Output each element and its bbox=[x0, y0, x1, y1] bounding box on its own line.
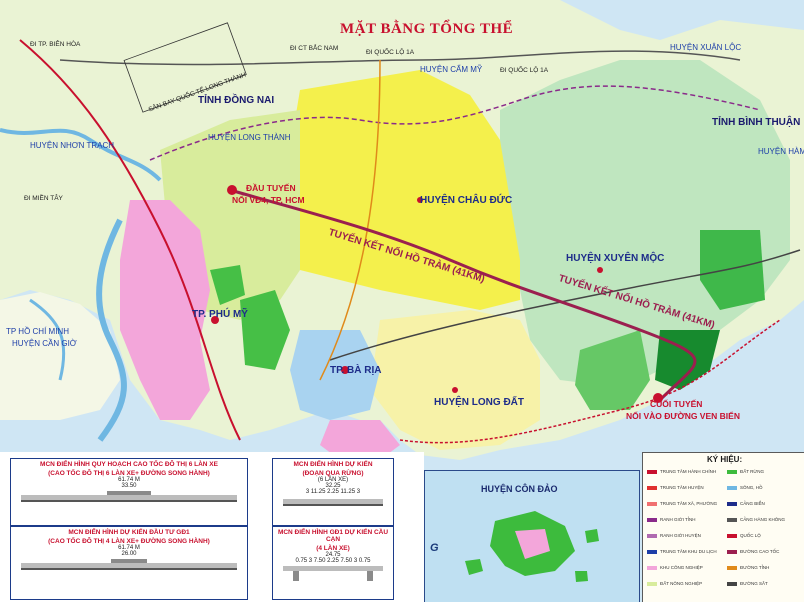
legend-title: KÝ HIỆU: bbox=[707, 455, 743, 464]
legend-item-label: QUỐC LỘ bbox=[740, 533, 761, 538]
marker-dau-tuyen bbox=[227, 185, 237, 195]
legend-item: QUỐC LỘ bbox=[727, 533, 761, 538]
section-forest-drawing bbox=[283, 499, 383, 506]
section-viaduct-drawing bbox=[283, 566, 383, 581]
section-4-lane-drawing bbox=[21, 559, 237, 570]
map-stage: MẶT BẰNG TỔNG THỂ TỈNH ĐỒNG NAI TỈNH BÌN… bbox=[0, 0, 804, 602]
section-6-lane-title: MCN ĐIỂN HÌNH QUY HOẠCH CAO TỐC ĐÔ THỊ 6… bbox=[40, 461, 218, 468]
legend-swatch bbox=[647, 501, 657, 506]
legend-swatch bbox=[647, 485, 657, 490]
section-forest: MCN ĐIỂN HÌNH DỰ KIẾN (ĐOẠN QUA RỪNG) (6… bbox=[272, 458, 394, 526]
label-di-ql1a-1: ĐI QUỐC LỘ 1A bbox=[366, 49, 415, 56]
label-huyen-can-gio: HUYỆN CẦN GIỜ bbox=[12, 339, 77, 348]
legend-item-label: KHU CÔNG NGHIỆP bbox=[660, 565, 703, 570]
legend-swatch bbox=[727, 517, 737, 522]
legend-swatch bbox=[647, 469, 657, 474]
legend-swatch bbox=[647, 581, 657, 586]
legend-item-label: TRUNG TÂM XÃ, PHƯỜNG bbox=[660, 501, 718, 506]
legend-swatch bbox=[727, 565, 737, 570]
legend-item: TRUNG TÂM HÀNH CHÍNH bbox=[647, 469, 716, 474]
legend-item: CẢNG HÀNG KHÔNG bbox=[727, 517, 785, 522]
legend-item: RANH GIỚI TỈNH bbox=[647, 517, 696, 522]
legend-item-label: SÔNG, HỒ bbox=[740, 485, 763, 490]
label-di-ct-bac-nam: ĐI CT BẮC NAM bbox=[290, 45, 339, 52]
legend-item: ĐẤT NÔNG NGHIỆP bbox=[647, 581, 702, 586]
label-huyen-long-dat: HUYỆN LONG ĐẤT bbox=[434, 397, 524, 408]
label-cuoi-tuyen: CUỐI TUYẾN bbox=[650, 399, 703, 409]
label-huyen-cam-my: HUYỆN CẨM MỸ bbox=[420, 65, 483, 74]
legend-item-label: ĐƯỜNG CAO TỐC bbox=[740, 549, 780, 554]
legend-swatch bbox=[647, 549, 657, 554]
legend-swatch bbox=[727, 501, 737, 506]
legend-item: TRUNG TÂM XÃ, PHƯỜNG bbox=[647, 501, 717, 506]
label-tp-phu-my: TP. PHÚ MỸ bbox=[192, 309, 248, 320]
con-dao-inset: HUYỆN CÔN ĐẢO bbox=[424, 470, 640, 602]
legend-item-label: CẢNG BIỂN bbox=[740, 501, 765, 506]
label-huyen-xuyen-moc: HUYỆN XUYÊN MỘC bbox=[566, 253, 665, 264]
label-huyen-chau-duc: HUYỆN CHÂU ĐỨC bbox=[420, 195, 513, 206]
legend-item-label: ĐẤT NÔNG NGHIỆP bbox=[660, 581, 703, 586]
legend-swatch bbox=[727, 549, 737, 554]
legend-item: TRUNG TÂM HUYỆN bbox=[647, 485, 704, 490]
section-6-lane-subtitle: (CAO TỐC ĐÔ THỊ 6 LÀN XE+ ĐƯỜNG SONG HÀN… bbox=[48, 470, 210, 477]
legend-item-label: TRUNG TÂM HÀNH CHÍNH bbox=[660, 469, 717, 474]
legend-item: TRUNG TÂM KHU DU LỊCH bbox=[647, 549, 717, 554]
label-tinh-binh-thuan: TỈNH BÌNH THUẬN bbox=[712, 117, 801, 128]
legend-item: CẢNG BIỂN bbox=[727, 501, 765, 506]
label-huyen-long-thanh: HUYỆN LONG THÀNH bbox=[208, 133, 291, 142]
label-dau-tuyen-sub: NỐI VĐ4, TP. HCM bbox=[232, 195, 305, 205]
label-huyen-ham-tan: HUYỆN HÀM TÂN bbox=[758, 147, 804, 156]
label-tp-ba-ria: TP. BÀ RỊA bbox=[330, 365, 382, 376]
section-viaduct: MCN ĐIỂN HÌNH GĐ1 DỰ KIẾN CẦU CẠN (4 LÀN… bbox=[272, 526, 394, 600]
label-huyen-xuan-loc: HUYỆN XUÂN LỘC bbox=[670, 43, 742, 52]
legend-item: ĐƯỜNG TỈNH bbox=[727, 565, 769, 570]
label-g: G bbox=[430, 542, 439, 554]
legend-swatch bbox=[647, 565, 657, 570]
legend-item: RANH GIỚI HUYỆN bbox=[647, 533, 701, 538]
label-di-mien-tay: ĐI MIỀN TÂY bbox=[24, 195, 63, 202]
section-4-lane-title: MCN ĐIỂN HÌNH DỰ KIẾN ĐẦU TƯ GĐ1 bbox=[68, 529, 190, 536]
legend-panel: KÝ HIỆU: TRUNG TÂM HÀNH CHÍNH TRUNG TÂM H… bbox=[642, 452, 804, 602]
map-title: MẶT BẰNG TỔNG THỂ bbox=[340, 21, 514, 37]
label-dau-tuyen: ĐẦU TUYẾN bbox=[246, 183, 296, 193]
legend-swatch bbox=[727, 533, 737, 538]
legend-swatch bbox=[727, 485, 737, 490]
legend-swatch bbox=[727, 581, 737, 586]
label-tp-hcm: TP HỒ CHÍ MINH bbox=[6, 327, 69, 336]
marker-long-dat bbox=[452, 387, 458, 393]
label-cuoi-tuyen-sub: NỐI VÀO ĐƯỜNG VEN BIỂN bbox=[626, 411, 740, 421]
legend-item: SÔNG, HỒ bbox=[727, 485, 763, 490]
section-forest-title: MCN ĐIỂN HÌNH DỰ KIẾN bbox=[293, 461, 373, 468]
legend-item: ĐƯỜNG CAO TỐC bbox=[727, 549, 779, 554]
legend-item: ĐƯỜNG SẮT bbox=[727, 581, 768, 586]
section-6-lane: MCN ĐIỂN HÌNH QUY HOẠCH CAO TỐC ĐÔ THỊ 6… bbox=[10, 458, 248, 526]
legend-item-label: CẢNG HÀNG KHÔNG bbox=[740, 517, 786, 522]
label-di-ql1a-2: ĐI QUỐC LỘ 1A bbox=[500, 67, 549, 74]
section-4-lane-subtitle: (CAO TỐC ĐÔ THỊ 4 LÀN XE+ ĐƯỜNG SONG HÀN… bbox=[48, 538, 210, 545]
legend-item-label: TRUNG TÂM KHU DU LỊCH bbox=[660, 549, 717, 554]
section-viaduct-subtitle: (4 LÀN XE) bbox=[316, 545, 350, 552]
label-huyen-con-dao: HUYỆN CÔN ĐẢO bbox=[481, 484, 558, 494]
legend-item: KHU CÔNG NGHIỆP bbox=[647, 565, 703, 570]
section-4-lane: MCN ĐIỂN HÌNH DỰ KIẾN ĐẦU TƯ GĐ1 (CAO TỐ… bbox=[10, 526, 248, 600]
legend-item-label: RANH GIỚI TỈNH bbox=[660, 517, 696, 522]
label-di-bien-hoa: ĐI TP. BIÊN HÒA bbox=[30, 41, 81, 48]
section-6-lane-drawing bbox=[21, 491, 237, 502]
legend-swatch bbox=[647, 533, 657, 538]
legend-item: ĐẤT RỪNG bbox=[727, 469, 764, 474]
legend-item-label: ĐẤT RỪNG bbox=[740, 469, 765, 474]
label-tinh-dong-nai: TỈNH ĐỒNG NAI bbox=[198, 95, 275, 106]
legend-item-label: TRUNG TÂM HUYỆN bbox=[660, 485, 704, 490]
legend-swatch bbox=[647, 517, 657, 522]
legend-item-label: ĐƯỜNG SẮT bbox=[740, 581, 768, 586]
label-huyen-nhon-trach: HUYỆN NHƠN TRẠCH bbox=[30, 141, 115, 150]
legend-swatch bbox=[727, 469, 737, 474]
section-forest-subtitle: (ĐOẠN QUA RỪNG) bbox=[302, 470, 364, 477]
section-viaduct-title: MCN ĐIỂN HÌNH GĐ1 DỰ KIẾN CẦU CẠN bbox=[277, 529, 389, 543]
legend-item-label: ĐƯỜNG TỈNH bbox=[740, 565, 770, 570]
marker-xuyen-moc bbox=[597, 267, 603, 273]
legend-item-label: RANH GIỚI HUYỆN bbox=[660, 533, 701, 538]
